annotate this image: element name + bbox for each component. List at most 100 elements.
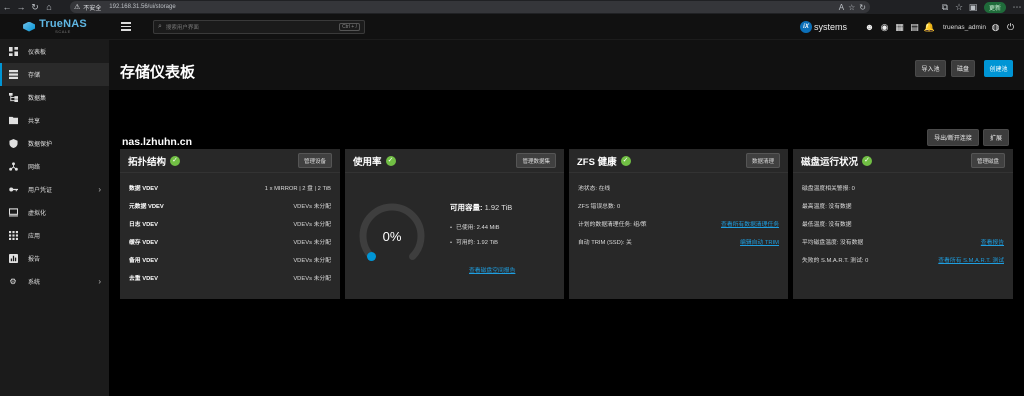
feedback-icon[interactable]: ☻ <box>864 22 875 33</box>
disks-button[interactable]: 磁盘 <box>951 60 975 77</box>
create-pool-button[interactable]: 创建池 <box>984 60 1013 77</box>
topology-row: 缓存 VDEV VDEVs 未分配 <box>120 232 340 250</box>
disk-health-row: 失败的 S.M.A.R.T. 测试: 0 查看所有 S.M.A.R.T. 测试 <box>793 250 1013 268</box>
sidebar-item-credentials[interactable]: 用户凭证 › <box>0 178 109 201</box>
topology-row: 备用 VDEV VDEVs 未分配 <box>120 250 340 268</box>
view-smart-tests-link[interactable]: 查看所有 S.M.A.R.T. 测试 <box>938 255 1004 264</box>
chevron-right-icon: › <box>98 277 101 286</box>
directory-services-icon[interactable]: ▦ <box>894 22 905 33</box>
view-reports-link[interactable]: 查看报告 <box>981 237 1004 246</box>
security-label: 不安全 <box>83 5 102 12</box>
sidebar-item-shares[interactable]: 共享 <box>0 109 109 132</box>
sidebar-item-storage[interactable]: 存储 <box>0 63 109 86</box>
reload-icon[interactable]: ↻ <box>28 0 42 14</box>
row-label: 计划的数据清理任务: 组/策 <box>578 221 647 228</box>
expand-button[interactable]: 扩展 <box>983 129 1009 146</box>
reporting-icon <box>7 253 19 265</box>
gear-icon: ⚙ <box>9 277 17 286</box>
sidebar-item-network[interactable]: 网络 <box>0 155 109 178</box>
export-disconnect-button[interactable]: 导出/断开连接 <box>927 129 979 146</box>
virtualization-icon <box>7 207 19 219</box>
sidebar-item-label: 数据集 <box>28 96 47 102</box>
check-circle-icon: ✓ <box>862 155 873 166</box>
favorites-icon[interactable]: ☆ <box>952 0 966 14</box>
home-icon[interactable]: ⌂ <box>42 0 56 14</box>
card-title: 拓扑结构 <box>128 156 167 168</box>
collections-icon[interactable]: ▣ <box>966 0 980 14</box>
read-aloud-icon[interactable]: A <box>839 3 844 12</box>
logo-sub: SCALE <box>55 29 71 34</box>
power-icon[interactable]: ⏻ <box>1005 22 1016 33</box>
menu-toggle-icon[interactable] <box>121 14 141 40</box>
more-icon[interactable]: ⋯ <box>1010 0 1024 14</box>
chevron-right-icon: › <box>98 185 101 194</box>
row-label: 最低温度: 没有数据 <box>802 221 852 228</box>
import-pool-button[interactable]: 导入池 <box>915 60 946 77</box>
sidebar-item-dashboard[interactable]: 仪表板 <box>0 40 109 63</box>
network-icon <box>7 161 19 173</box>
page-title: 存储仪表板 <box>120 64 196 81</box>
zfs-health-card: ZFS 健康 ✓ 数据清理 池状态: 在线 ZFS 错误总数: 0 计划的数据清… <box>569 149 788 299</box>
capacity-value: 1.92 TiB <box>484 203 513 212</box>
notifications-icon[interactable]: 🔔 <box>924 22 935 33</box>
sidebar-item-label: 数据保护 <box>28 142 53 148</box>
favorite-star-icon[interactable]: ☆ <box>848 3 855 12</box>
zfs-row: ZFS 错误总数: 0 <box>569 196 788 214</box>
disk-space-report-link[interactable]: 查看磁盘空间报告 <box>469 265 515 274</box>
manage-disks-button[interactable]: 管理磁盘 <box>970 153 1005 168</box>
available-space: 可用的: 1.92 TiB <box>450 237 512 246</box>
view-scrub-tasks-link[interactable]: 查看所有数据清理任务 <box>721 219 779 228</box>
disk-health-row: 最高温度: 没有数据 <box>793 196 1013 214</box>
sidebar-item-label: 存储 <box>28 73 41 79</box>
check-circle-icon: ✓ <box>620 155 631 166</box>
address-bar[interactable]: ⚠ 不安全 192.168.31.56/ui/storage A ☆ ↻ <box>70 1 870 13</box>
card-title: ZFS 健康 <box>577 156 617 168</box>
usage-percent: 0% <box>382 228 402 244</box>
sidebar-item-virtualization[interactable]: 虚拟化 <box>0 201 109 224</box>
sidebar-item-system[interactable]: ⚙ 系统 › <box>0 270 109 293</box>
topology-row: 元数据 VDEV VDEVs 未分配 <box>120 196 340 214</box>
row-label: 备用 VDEV <box>129 257 158 264</box>
sidebar: 仪表板 存储 数据集 共享 数据保护 网络 用户凭证 › 虚拟化 应用 报告 ⚙… <box>0 40 109 396</box>
username[interactable]: truenas_admin <box>943 24 986 31</box>
sidebar-item-label: 虚拟化 <box>28 211 47 217</box>
dashboard-icon <box>7 46 19 58</box>
sidebar-item-datasets[interactable]: 数据集 <box>0 86 109 109</box>
row-value: VDEVs 未分配 <box>293 239 331 246</box>
sidebar-item-label: 用户凭证 <box>28 188 53 194</box>
row-label: 自动 TRIM (SSD): 关 <box>578 239 632 246</box>
truecommand-icon[interactable]: ◉ <box>879 22 890 33</box>
jobs-icon[interactable]: ▤ <box>909 22 920 33</box>
sidebar-item-label: 应用 <box>28 234 41 240</box>
edit-auto-trim-link[interactable]: 编辑自动 TRIM <box>740 237 779 246</box>
usage-card: 使用率 ✓ 管理数据集 0% 可用容量: 1.92 TiB 已使用: 2.44 … <box>345 149 564 299</box>
row-label: 最高温度: 没有数据 <box>802 203 852 210</box>
main-content: 存储仪表板 导入池 磁盘 创建池 nas.lzhuhn.cn 导出/断开连接 扩… <box>109 40 1024 396</box>
refresh-icon[interactable]: ↻ <box>859 3 866 12</box>
check-circle-icon: ✓ <box>385 155 396 166</box>
manage-datasets-button[interactable]: 管理数据集 <box>516 153 556 168</box>
truenas-logo-icon <box>22 21 36 33</box>
truenas-logo[interactable]: TrueNAS SCALE <box>0 14 109 40</box>
url-text[interactable]: 192.168.31.56/ui/storage <box>109 4 175 10</box>
ix-systems-logo[interactable]: iX systems <box>800 14 847 40</box>
manage-devices-button[interactable]: 管理设备 <box>297 153 332 168</box>
back-icon[interactable]: ← <box>0 0 14 14</box>
scrub-button[interactable]: 数据清理 <box>745 153 780 168</box>
search-placeholder: 搜索用户界面 <box>165 24 199 31</box>
account-icon[interactable]: ◍ <box>990 22 1001 33</box>
sidebar-item-data-protection[interactable]: 数据保护 <box>0 132 109 155</box>
topology-card: 拓扑结构 ✓ 管理设备 数据 VDEV 1 x MIRROR | 2 盘 | 2 … <box>120 149 340 299</box>
page-header: 存储仪表板 导入池 磁盘 创建池 <box>109 40 1024 90</box>
sidebar-item-reporting[interactable]: 报告 <box>0 247 109 270</box>
row-value: 1 x MIRROR | 2 盘 | 2 TiB <box>264 185 331 192</box>
search-input[interactable]: ⌕ 搜索用户界面 Ctrl + / <box>153 19 365 34</box>
zfs-row: 池状态: 在线 <box>569 178 788 196</box>
sidebar-item-apps[interactable]: 应用 <box>0 224 109 247</box>
extensions-icon[interactable]: ⧉ <box>938 0 952 14</box>
sidebar-item-label: 报告 <box>28 257 41 263</box>
apps-icon <box>7 230 19 242</box>
update-button[interactable]: 更新 <box>983 1 1006 13</box>
forward-icon[interactable]: → <box>14 0 28 14</box>
disk-health-row: 平均磁盘温度: 没有数据 查看报告 <box>793 232 1013 250</box>
